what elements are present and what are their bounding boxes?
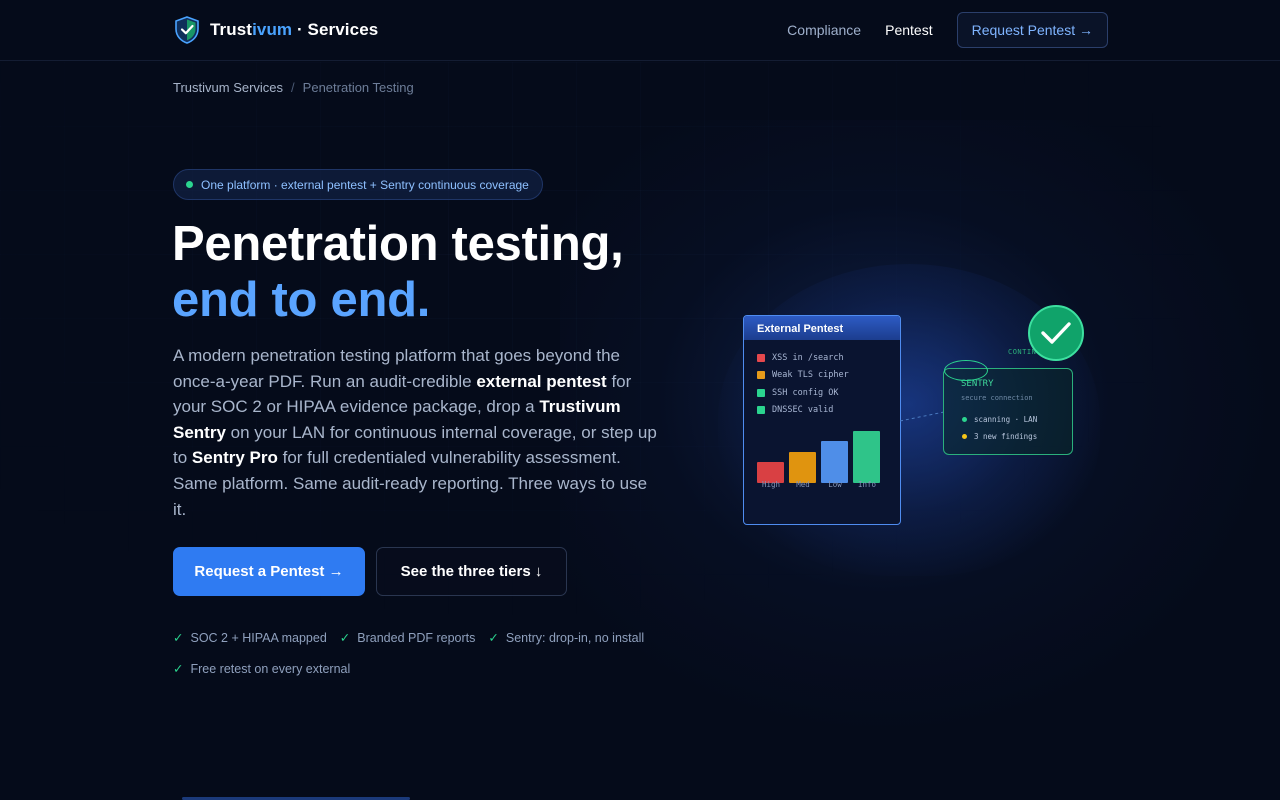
bar-med — [789, 451, 816, 483]
title-line-1: Penetration testing, — [172, 217, 624, 271]
sentry-status-item: scanning · LAN — [962, 415, 1037, 424]
finding-item: Weak TLS cipher — [757, 367, 900, 385]
sentry-ring-accent — [944, 360, 988, 381]
breadcrumb-root-link[interactable]: Trustivum Services — [173, 80, 283, 95]
brand-logo-link[interactable]: Trustivum · Services — [174, 16, 378, 44]
sentry-card-subtitle: secure connection — [961, 394, 1033, 402]
verified-check-icon — [1028, 305, 1084, 361]
see-tiers-button[interactable]: See the three tiers ↓ — [376, 547, 567, 596]
severity-square-icon — [757, 406, 765, 415]
pill-text: One platform · external pentest + Sentry… — [201, 177, 529, 192]
status-dot-icon — [962, 434, 967, 439]
continuous-tag: CONTIN — [1008, 348, 1037, 356]
external-card-title: External Pentest — [744, 316, 900, 340]
checkmark-icon: ✓ — [173, 631, 184, 645]
shield-check-icon — [175, 16, 199, 44]
breadcrumb: Trustivum Services / Penetration Testing — [173, 80, 414, 95]
status-dot-icon — [962, 417, 967, 422]
feature-checklist: ✓ SOC 2 + HIPAA mapped ✓ Branded PDF repor… — [173, 622, 673, 684]
finding-text: SSH config OK — [772, 387, 839, 398]
finding-item: XSS in /search — [757, 349, 900, 367]
checkmark-icon: ✓ — [488, 631, 499, 645]
finding-item: DNSSEC valid — [757, 402, 900, 420]
feature-check-item: ✓ SOC 2 + HIPAA mapped — [173, 630, 327, 646]
severity-square-icon — [757, 388, 765, 397]
page-title: Penetration testing, end to end. — [172, 216, 624, 328]
emphasis-external-pentest: external pentest — [476, 371, 607, 391]
breadcrumb-current: Penetration Testing — [302, 80, 414, 95]
feature-check-item: ✓ Sentry: drop-in, no install — [488, 630, 645, 646]
bar-low — [821, 441, 848, 483]
breadcrumb-separator: / — [291, 80, 295, 95]
title-line-2: end to end. — [172, 273, 431, 327]
severity-square-icon — [757, 353, 765, 362]
findings-list: XSS in /search Weak TLS cipher SSH config … — [744, 340, 900, 419]
request-pentest-nav-button[interactable]: Request Pentest → — [956, 12, 1108, 48]
sentry-status-item: 3 new findings — [962, 432, 1037, 441]
feature-check-item: ✓ Free retest on every external — [173, 661, 351, 677]
bar-label-low: Low — [828, 480, 842, 489]
emphasis-sentry-pro: Sentry Pro — [191, 448, 278, 468]
external-pentest-card: External Pentest XSS in /search Weak TLS … — [743, 315, 901, 525]
brand-name: Trustivum · Services — [210, 20, 379, 39]
nav-link-compliance[interactable]: Compliance — [787, 22, 861, 38]
checkmark-icon: ✓ — [173, 662, 184, 676]
bar-label-info: Info — [857, 480, 877, 489]
pentest-illustration: External Pentest XSS in /search Weak TLS … — [700, 264, 1120, 584]
finding-text: Weak TLS cipher — [772, 370, 849, 381]
platform-pill-badge: One platform · external pentest + Sentry… — [173, 169, 543, 200]
severity-bar-chart — [757, 423, 887, 483]
hero-description: A modern penetration testing platform th… — [173, 346, 657, 519]
top-nav: Trustivum · Services Compliance Pentest … — [0, 0, 1280, 61]
request-pentest-button[interactable]: Request a Pentest → — [173, 547, 365, 596]
bar-label-high: High — [761, 480, 781, 489]
finding-text: XSS in /search — [772, 352, 844, 363]
nav-link-pentest[interactable]: Pentest — [885, 22, 932, 38]
feature-check-item: ✓ Branded PDF reports — [339, 630, 476, 646]
status-dot-icon — [186, 181, 193, 188]
finding-item: SSH config OK — [757, 384, 900, 402]
checkmark-icon: ✓ — [339, 631, 351, 645]
severity-square-icon — [757, 371, 765, 380]
bar-label-med: Med — [796, 480, 810, 489]
sentry-card: SENTRY secure connection scanning · LAN 3… — [943, 368, 1073, 455]
nav-links: Compliance Pentest Request Pentest → — [787, 12, 1108, 48]
finding-text: DNSSEC valid — [772, 405, 834, 416]
dashed-connector — [900, 411, 944, 422]
bar-info — [853, 431, 880, 483]
